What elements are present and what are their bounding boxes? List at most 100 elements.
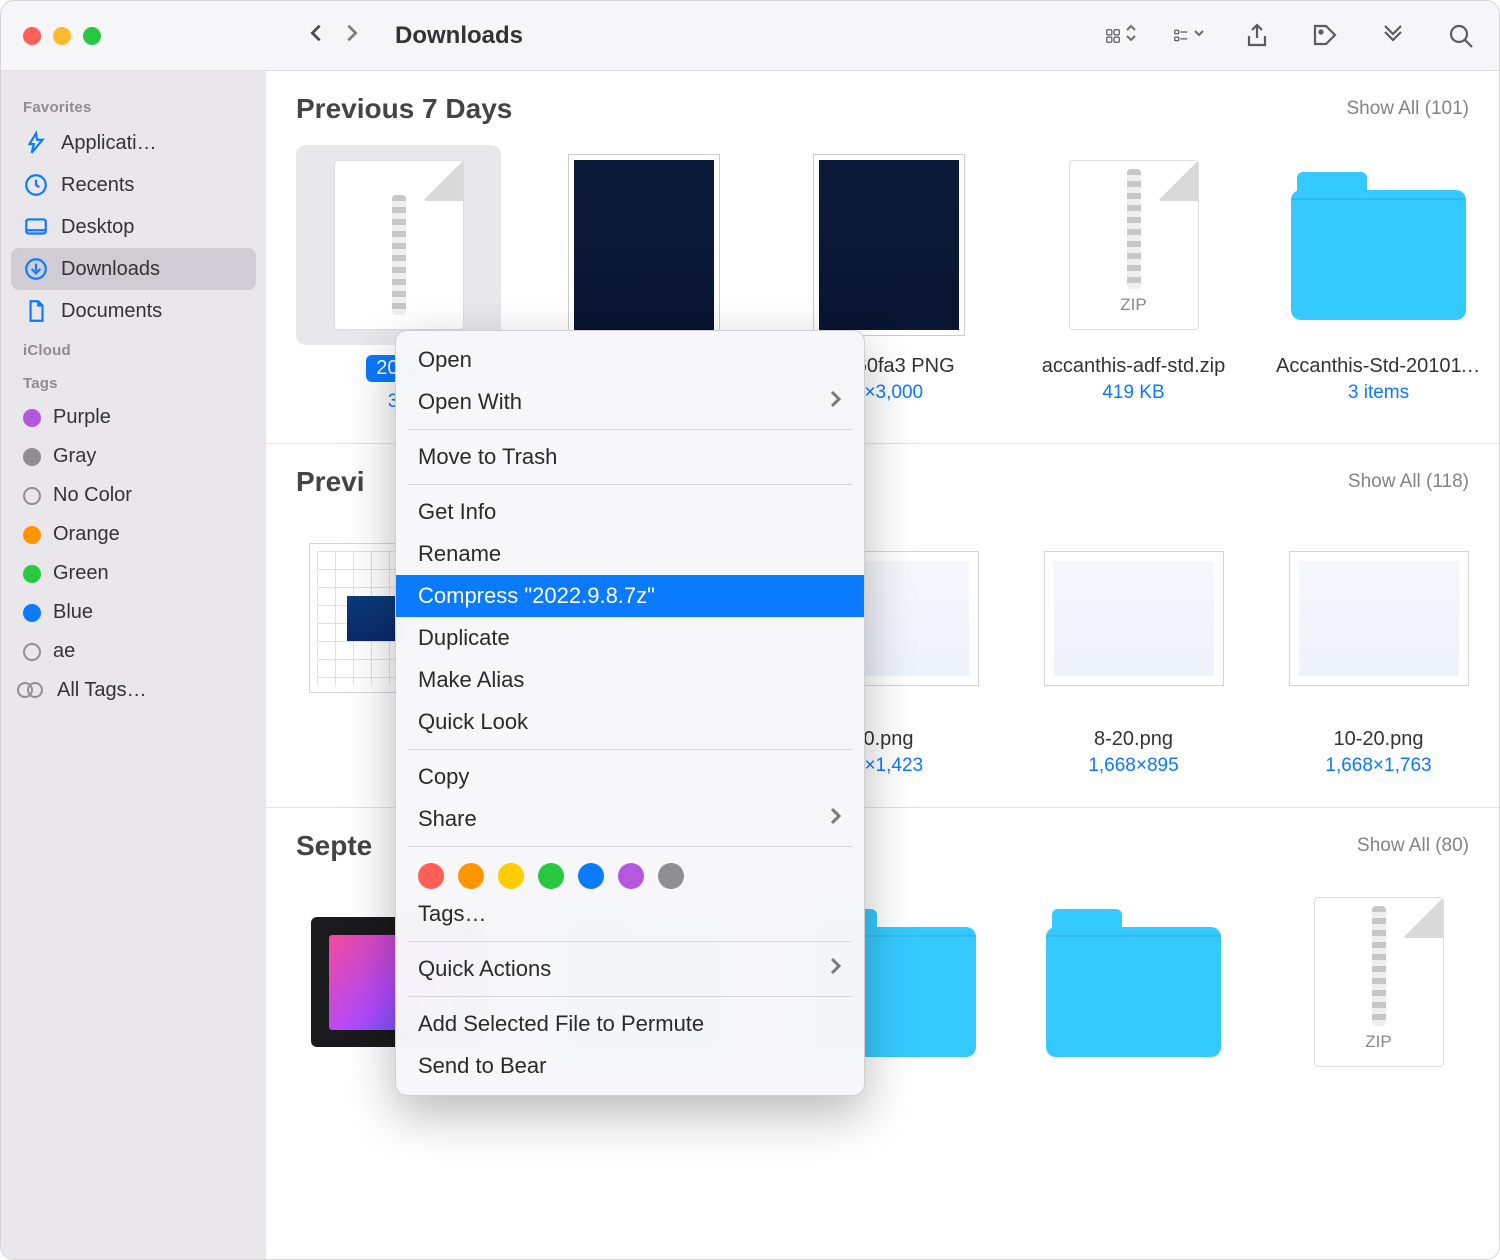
ctx-tag-purple[interactable]	[618, 863, 644, 889]
ctx-tags-more[interactable]: Tags…	[396, 893, 864, 935]
ctx-bear[interactable]: Send to Bear	[396, 1045, 864, 1087]
ctx-rename[interactable]: Rename	[396, 533, 864, 575]
ctx-permute[interactable]: Add Selected File to Permute	[396, 1003, 864, 1045]
sidebar-item-recents[interactable]: Recents	[11, 164, 256, 206]
sidebar-item-label: Orange	[53, 523, 120, 546]
ctx-label: Duplicate	[418, 625, 510, 651]
file-item[interactable]: Accanthis-Std-20101124 3 items	[1276, 145, 1481, 413]
tag-dot-icon	[23, 409, 41, 427]
sidebar-tag-blue[interactable]: Blue	[11, 593, 256, 632]
sidebar-tag-orange[interactable]: Orange	[11, 515, 256, 554]
ctx-separator	[408, 846, 852, 847]
minimize-window-icon[interactable]	[53, 27, 71, 45]
group-by-button[interactable]	[1173, 20, 1205, 52]
ctx-tag-red[interactable]	[418, 863, 444, 889]
sidebar-tag-purple[interactable]: Purple	[11, 398, 256, 437]
ctx-alias[interactable]: Make Alias	[396, 659, 864, 701]
sidebar-item-label: ae	[53, 640, 75, 663]
ctx-tag-orange[interactable]	[458, 863, 484, 889]
sidebar-tag-ae[interactable]: ae	[11, 632, 256, 671]
section-title: Previ	[296, 466, 365, 498]
file-item[interactable]: 8-20.png 1,668×895	[1031, 518, 1236, 777]
ctx-compress[interactable]: Compress "2022.9.8.7z"	[396, 575, 864, 617]
ctx-quick-actions[interactable]: Quick Actions	[396, 948, 864, 990]
show-all-link[interactable]: Show All (118)	[1348, 471, 1469, 493]
tag-dot-icon	[23, 565, 41, 583]
file-item[interactable]: ZIP accanthis-adf-std.zip 419 KB	[1031, 145, 1236, 413]
sidebar-item-applications[interactable]: Applicati…	[11, 122, 256, 164]
sidebar-item-label: Green	[53, 562, 109, 585]
sidebar-item-label: Purple	[53, 406, 111, 429]
tag-dot-icon	[23, 526, 41, 544]
ctx-label: Quick Look	[418, 709, 528, 735]
ctx-tag-yellow[interactable]	[498, 863, 524, 889]
tag-dot-icon	[23, 643, 41, 661]
sidebar-tag-green[interactable]: Green	[11, 554, 256, 593]
folder-icon	[1291, 190, 1466, 320]
ctx-label: Open	[418, 347, 472, 373]
ctx-duplicate[interactable]: Duplicate	[396, 617, 864, 659]
ctx-tag-green[interactable]	[538, 863, 564, 889]
nav-arrows	[305, 19, 363, 52]
ctx-trash[interactable]: Move to Trash	[396, 436, 864, 478]
sidebar-item-downloads[interactable]: Downloads	[11, 248, 256, 290]
tag-dot-icon	[23, 487, 41, 505]
ctx-label: Move to Trash	[418, 444, 557, 470]
file-item[interactable]: ZIP	[1276, 882, 1481, 1082]
downloads-icon	[23, 256, 49, 282]
ctx-tag-blue[interactable]	[578, 863, 604, 889]
ctx-tag-gray[interactable]	[658, 863, 684, 889]
file-info: 3 items	[1276, 382, 1481, 404]
fullscreen-window-icon[interactable]	[83, 27, 101, 45]
file-info: 1,668×1,763	[1276, 755, 1481, 777]
sidebar-item-label: Desktop	[61, 216, 134, 239]
file-item[interactable]	[1031, 882, 1236, 1082]
ctx-copy[interactable]: Copy	[396, 756, 864, 798]
more-toolbar-button[interactable]	[1377, 20, 1409, 52]
ctx-label: Get Info	[418, 499, 496, 525]
sidebar-item-label: No Color	[53, 484, 132, 507]
archive-icon: ZIP	[1069, 160, 1199, 330]
file-name: 8-20.png	[1031, 728, 1236, 751]
ctx-open-with[interactable]: Open With	[396, 381, 864, 423]
ctx-separator	[408, 429, 852, 430]
ctx-share[interactable]: Share	[396, 798, 864, 840]
section-header-prev7: Previous 7 Days Show All (101)	[266, 71, 1499, 135]
close-window-icon[interactable]	[23, 27, 41, 45]
image-thumb-icon	[1289, 551, 1469, 686]
section-title: Previous 7 Days	[296, 93, 512, 125]
tags-button[interactable]	[1309, 20, 1341, 52]
view-mode-button[interactable]	[1105, 20, 1137, 52]
window-controls	[23, 27, 101, 45]
forward-button[interactable]	[341, 19, 363, 52]
ctx-open[interactable]: Open	[396, 339, 864, 381]
file-name: 10-20.png	[1276, 728, 1481, 751]
file-item[interactable]: 10-20.png 1,668×1,763	[1276, 518, 1481, 777]
sidebar-tag-all[interactable]: All Tags…	[11, 671, 256, 710]
ctx-quicklook[interactable]: Quick Look	[396, 701, 864, 743]
sidebar-item-label: Downloads	[61, 258, 160, 281]
window-title: Downloads	[395, 22, 523, 50]
sidebar-item-documents[interactable]: Documents	[11, 290, 256, 332]
section-title: Septe	[296, 830, 372, 862]
sidebar-tag-gray[interactable]: Gray	[11, 437, 256, 476]
sidebar-item-desktop[interactable]: Desktop	[11, 206, 256, 248]
share-button[interactable]	[1241, 20, 1273, 52]
tag-dot-icon	[23, 448, 41, 466]
ctx-separator	[408, 484, 852, 485]
show-all-link[interactable]: Show All (101)	[1346, 98, 1469, 120]
sidebar-heading-favorites: Favorites	[11, 89, 256, 122]
search-button[interactable]	[1445, 20, 1477, 52]
file-info: 419 KB	[1031, 382, 1236, 404]
image-thumb-icon	[814, 155, 964, 335]
sidebar-item-label: All Tags…	[57, 679, 147, 702]
show-all-link[interactable]: Show All (80)	[1357, 835, 1469, 857]
file-name: Accanthis-Std-20101124	[1276, 355, 1481, 378]
ctx-label: Tags…	[418, 901, 486, 927]
ctx-get-info[interactable]: Get Info	[396, 491, 864, 533]
sidebar-tag-nocolor[interactable]: No Color	[11, 476, 256, 515]
sidebar-item-label: Gray	[53, 445, 96, 468]
sidebar-item-label: Applicati…	[61, 132, 157, 155]
back-button[interactable]	[305, 19, 327, 52]
document-icon	[23, 298, 49, 324]
